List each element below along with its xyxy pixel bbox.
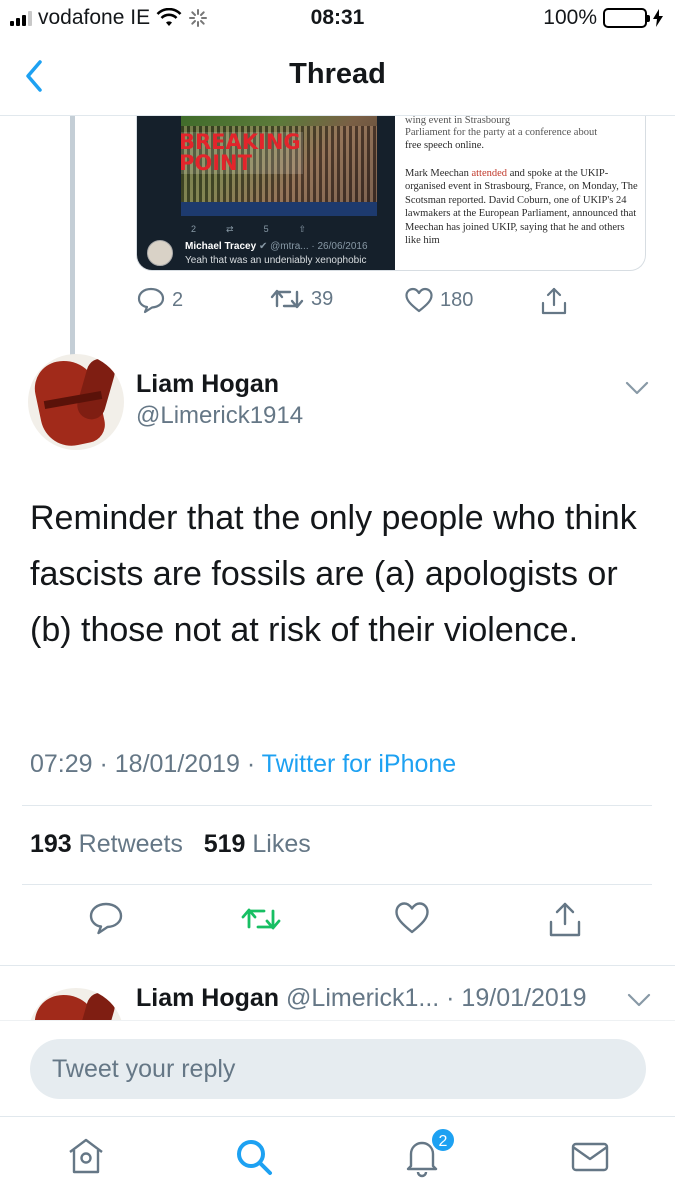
- chevron-down-icon[interactable]: [626, 992, 652, 1008]
- tweet-source-link[interactable]: Twitter for iPhone: [262, 750, 457, 778]
- share-action[interactable]: [539, 286, 569, 316]
- divider: [22, 884, 652, 885]
- embedded-author-name: Michael Tracey: [185, 241, 257, 252]
- article-paragraph: Mark Meechan attended and spoke at the U…: [405, 167, 638, 247]
- search-icon: [237, 1140, 272, 1175]
- next-reply-author-name: Liam Hogan: [136, 984, 280, 1012]
- article-cut-line: Parliament for the party at a conference…: [405, 126, 598, 138]
- embedded-like-count: 5: [263, 224, 269, 234]
- divider: [22, 805, 652, 806]
- heart-icon[interactable]: [393, 900, 431, 936]
- breaking-point-poster-image: BREAKING POINT: [181, 116, 377, 216]
- reply-action[interactable]: 2: [136, 286, 183, 314]
- embedded-author: Michael Tracey ✔ @mtra... · 26/06/2016 Y…: [147, 238, 393, 268]
- next-reply-header: Liam Hogan @Limerick1... · 19/01/2019: [136, 984, 587, 1013]
- embedded-avatar: [147, 240, 173, 266]
- engagement-counts: 193 Retweets 519 Likes: [30, 830, 311, 859]
- embedded-text: Yeah that was an undeniably xenophobic: [185, 255, 367, 266]
- heart-icon: [405, 287, 433, 313]
- reply-bar: Tweet your reply: [0, 1020, 675, 1116]
- embedded-date: 26/06/2016: [317, 241, 368, 252]
- embedded-handle: @mtra...: [270, 241, 309, 252]
- battery-status: 100%: [543, 6, 663, 30]
- quoted-image-card[interactable]: BREAKING POINT 2 ⇄ 5 ⇧ Michael Tracey ✔ …: [136, 116, 646, 271]
- retweet-count: 39: [311, 287, 334, 310]
- previous-tweet-actions: 2 39 180: [136, 286, 576, 318]
- article-snippet: wing event in Strasbourg Parliament for …: [403, 116, 645, 270]
- tab-notifications[interactable]: 2: [400, 1127, 456, 1179]
- embedded-retweet-icon: ⇄: [226, 224, 234, 234]
- likes-link[interactable]: 519 Likes: [204, 830, 311, 858]
- tweet-meta: 07:29 · 18/01/2019 · Twitter for iPhone: [30, 750, 456, 779]
- battery-icon: [603, 8, 650, 28]
- tab-search[interactable]: [232, 1135, 276, 1179]
- chevron-down-icon[interactable]: [624, 380, 650, 396]
- retweet-action[interactable]: 39: [269, 286, 333, 312]
- next-reply-handle-date: @Limerick1... · 19/01/2019: [286, 984, 587, 1012]
- poster-headline: BREAKING POINT: [181, 132, 303, 174]
- poster-strip: [181, 202, 377, 216]
- tab-messages[interactable]: [568, 1135, 612, 1179]
- thread-connector-line: [70, 116, 75, 356]
- like-action[interactable]: 180: [404, 286, 473, 314]
- tweet-timestamp: 07:29 · 18/01/2019 ·: [30, 750, 262, 778]
- share-icon: [541, 287, 567, 315]
- reply-count: 2: [172, 288, 184, 311]
- reply-icon[interactable]: [87, 900, 125, 936]
- notification-badge: 2: [430, 1127, 456, 1153]
- next-reply-preview[interactable]: Liam Hogan @Limerick1... · 19/01/2019: [0, 966, 675, 1020]
- status-bar: vodafone IE 08:31 100%: [0, 0, 675, 38]
- like-count: 180: [440, 288, 474, 311]
- author-handle[interactable]: @Limerick1914: [136, 402, 303, 430]
- retweets-link[interactable]: 193 Retweets: [30, 830, 183, 858]
- share-icon[interactable]: [546, 900, 584, 938]
- embedded-share-icon: ⇧: [298, 224, 307, 234]
- avatar[interactable]: [28, 988, 124, 1020]
- retweet-icon[interactable]: [240, 904, 282, 934]
- messages-icon: [571, 1142, 609, 1172]
- embedded-tweet-screenshot: BREAKING POINT 2 ⇄ 5 ⇧ Michael Tracey ✔ …: [137, 116, 395, 270]
- nav-bar: Thread: [0, 38, 675, 116]
- battery-percent: 100%: [543, 6, 597, 29]
- author-name[interactable]: Liam Hogan: [136, 370, 279, 399]
- tab-home[interactable]: [64, 1135, 108, 1179]
- embedded-reply-count: 2: [191, 224, 197, 234]
- page-title: Thread: [289, 58, 386, 90]
- reply-input[interactable]: Tweet your reply: [30, 1039, 646, 1099]
- home-icon: [69, 1138, 103, 1174]
- embedded-verified-icon: ✔: [258, 241, 268, 252]
- charging-icon: [653, 9, 663, 27]
- retweet-icon: [270, 289, 304, 309]
- tab-bar: 2: [0, 1116, 675, 1200]
- embedded-actions: 2 ⇄ 5 ⇧: [191, 224, 306, 235]
- avatar[interactable]: [28, 354, 124, 450]
- article-line: free speech online.: [405, 140, 485, 151]
- reply-icon: [137, 287, 165, 314]
- tweet-text: Reminder that the only people who think …: [30, 499, 637, 649]
- tweet-actions: [0, 900, 675, 950]
